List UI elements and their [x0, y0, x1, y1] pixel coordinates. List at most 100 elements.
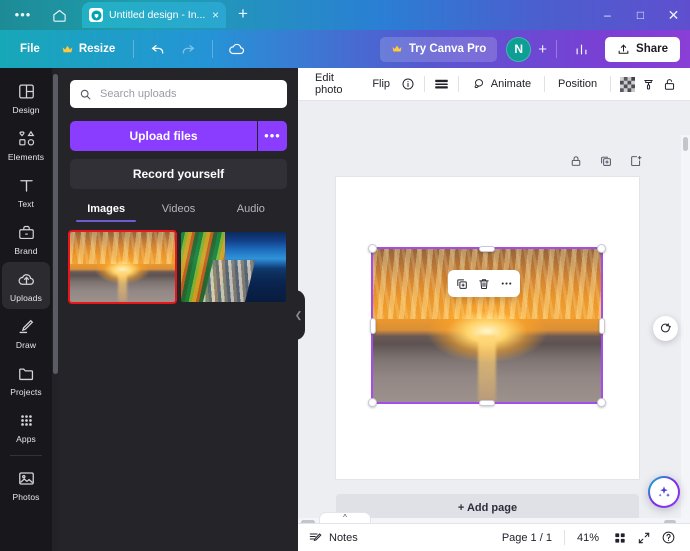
- sidebar-item-brand[interactable]: Brand: [2, 215, 50, 262]
- home-button[interactable]: [42, 2, 76, 28]
- magic-sparkle-icon: [656, 484, 672, 500]
- toolbar-divider-2: [457, 76, 459, 92]
- search-input[interactable]: [100, 88, 278, 100]
- uploads-panel: Upload files ••• Record yourself Images …: [59, 68, 298, 551]
- browser-tab-active[interactable]: Untitled design - In... ×: [82, 2, 226, 28]
- elements-icon: [17, 129, 36, 148]
- resize-button[interactable]: Resize: [52, 38, 124, 61]
- upload-more-options-button[interactable]: •••: [258, 121, 287, 151]
- more-options-icon: [499, 276, 514, 291]
- sidebar-label-apps: Apps: [16, 434, 36, 444]
- record-yourself-button[interactable]: Record yourself: [70, 159, 287, 189]
- browser-titlebar: ••• Untitled design - In... × + – □ ✕: [0, 0, 690, 30]
- canva-favicon-icon: [89, 8, 103, 22]
- browser-menu-button[interactable]: •••: [6, 2, 40, 28]
- page-indicator[interactable]: Page 1 / 1: [493, 532, 561, 544]
- undo-button[interactable]: [143, 36, 173, 62]
- sidebar-label-photos: Photos: [12, 492, 40, 502]
- duplicate-page-button[interactable]: [598, 153, 614, 169]
- lock-button[interactable]: [659, 72, 680, 96]
- editor-area: Edit photo Flip Animate Position + Add p…: [298, 68, 690, 551]
- sidebar-item-photos[interactable]: Photos: [2, 461, 50, 508]
- resize-handle-right[interactable]: [598, 317, 605, 334]
- object-toolbar: Edit photo Flip Animate Position: [298, 68, 690, 101]
- sidebar-item-projects[interactable]: Projects: [2, 356, 50, 403]
- minimize-button[interactable]: –: [591, 0, 624, 30]
- edit-photo-button[interactable]: Edit photo: [308, 68, 365, 100]
- background-remover-button[interactable]: [617, 72, 638, 96]
- cloud-save-status[interactable]: [222, 36, 252, 62]
- search-uploads-box[interactable]: [70, 80, 287, 108]
- collapse-panel-button[interactable]: ❮: [292, 290, 305, 340]
- avatar[interactable]: N: [506, 36, 532, 62]
- expand-notes-pill[interactable]: ^: [319, 512, 371, 523]
- notes-label: Notes: [329, 531, 358, 544]
- flip-button[interactable]: Flip: [365, 74, 397, 94]
- tab-images[interactable]: Images: [70, 203, 142, 222]
- bar-chart-icon: [574, 42, 589, 57]
- more-options-button[interactable]: [496, 274, 516, 294]
- canvas-scrollbar-vertical[interactable]: [681, 135, 690, 551]
- apps-icon: [17, 411, 36, 430]
- magic-studio-fab[interactable]: [648, 476, 680, 508]
- resize-handle-bottom-left[interactable]: [368, 398, 377, 407]
- tab-audio[interactable]: Audio: [215, 203, 287, 222]
- resize-handle-bottom[interactable]: [479, 399, 495, 406]
- delete-element-button[interactable]: [474, 274, 494, 294]
- zoom-level[interactable]: 41%: [568, 532, 608, 544]
- three-dots-icon-upload: •••: [264, 128, 281, 143]
- lock-page-button[interactable]: [568, 153, 584, 169]
- upload-thumbnail-sunset[interactable]: [68, 230, 177, 304]
- header-divider: [133, 40, 135, 58]
- sidebar-item-text[interactable]: Text: [2, 168, 50, 215]
- duplicate-element-button[interactable]: [452, 274, 472, 294]
- add-page-button[interactable]: [628, 153, 644, 169]
- resize-handle-left[interactable]: [369, 317, 376, 334]
- sidebar-item-apps[interactable]: Apps: [2, 403, 50, 450]
- three-dots-icon: •••: [14, 7, 32, 22]
- resize-handle-top[interactable]: [479, 245, 495, 252]
- resize-handle-top-right[interactable]: [597, 244, 606, 253]
- upload-files-row: Upload files •••: [70, 121, 287, 151]
- close-icon[interactable]: ×: [212, 9, 219, 21]
- close-window-button[interactable]: ✕: [657, 0, 690, 30]
- sidebar-item-elements[interactable]: Elements: [2, 121, 50, 168]
- upload-thumbnail-forest[interactable]: [181, 232, 286, 302]
- titlebar-left-controls: ••• Untitled design - In... × +: [0, 0, 258, 30]
- insights-button[interactable]: [566, 36, 596, 62]
- tab-videos[interactable]: Videos: [142, 203, 214, 222]
- try-canva-pro-button[interactable]: Try Canva Pro: [379, 36, 498, 62]
- transparency-button[interactable]: [431, 72, 452, 96]
- sidebar-item-uploads[interactable]: Uploads: [2, 262, 50, 309]
- canvas-viewport[interactable]: + Add page: [298, 101, 690, 551]
- maximize-button[interactable]: □: [624, 0, 657, 30]
- canvas-scroll-thumb-vertical[interactable]: [683, 137, 688, 151]
- position-button[interactable]: Position: [551, 74, 604, 94]
- rotate-page-fab[interactable]: [653, 316, 678, 341]
- cloud-saved-icon: [228, 40, 246, 58]
- resize-handle-top-left[interactable]: [368, 244, 377, 253]
- rail-scrollbar-thumb[interactable]: [53, 74, 58, 374]
- uploads-thumbnail-grid: [68, 230, 287, 304]
- crown-icon: [61, 43, 74, 56]
- color-picker-button[interactable]: [638, 72, 659, 96]
- upload-files-button[interactable]: Upload files: [70, 121, 257, 151]
- help-button[interactable]: [656, 527, 680, 549]
- sidebar-item-draw[interactable]: Draw: [2, 309, 50, 356]
- sunset-thumbnail-art: [70, 232, 175, 302]
- redo-button[interactable]: [173, 36, 203, 62]
- share-button[interactable]: Share: [605, 36, 680, 62]
- sidebar-item-design[interactable]: Design: [2, 74, 50, 121]
- toolbar-divider-1: [424, 76, 425, 92]
- animate-button[interactable]: Animate: [465, 73, 538, 95]
- add-collaborator-button[interactable]: +: [538, 41, 547, 58]
- sidebar-label-projects: Projects: [10, 387, 42, 397]
- resize-handle-bottom-right[interactable]: [597, 398, 606, 407]
- fullscreen-button[interactable]: [632, 527, 656, 549]
- grid-view-button[interactable]: [608, 527, 632, 549]
- info-button[interactable]: [397, 72, 418, 96]
- file-menu-button[interactable]: File: [10, 38, 50, 60]
- new-tab-button[interactable]: +: [228, 4, 258, 24]
- notes-button[interactable]: Notes: [308, 530, 358, 545]
- uploads-tabs: Images Videos Audio: [70, 203, 287, 222]
